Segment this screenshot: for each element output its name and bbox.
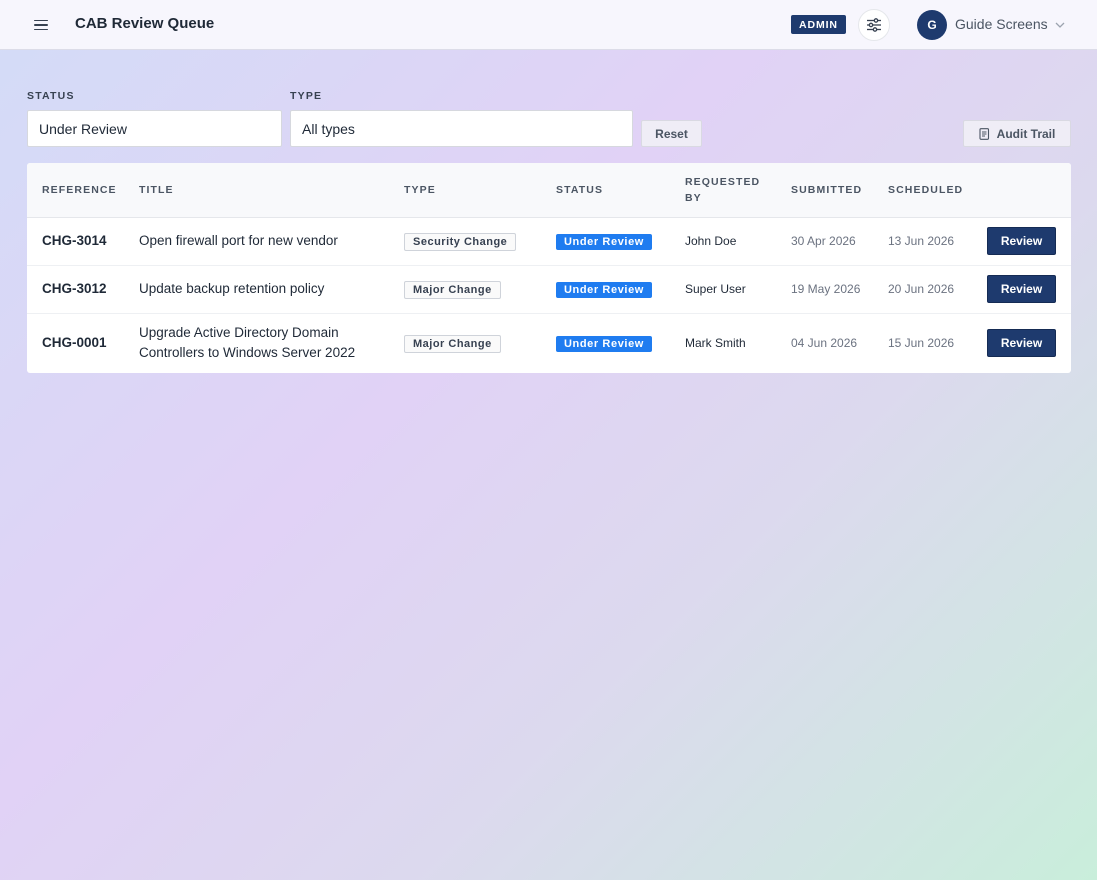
column-header-scheduled: SCHEDULED bbox=[873, 163, 972, 218]
type-badge: Security Change bbox=[404, 232, 517, 251]
row-submitted-date: 30 Apr 2026 bbox=[776, 217, 873, 266]
table-row: CHG-0001 Upgrade Active Directory Domain… bbox=[27, 313, 1071, 373]
top-bar: CAB Review Queue ADMIN G Guide Screens bbox=[0, 0, 1097, 50]
row-title: Open firewall port for new vendor bbox=[124, 217, 389, 266]
row-title: Upgrade Active Directory Domain Controll… bbox=[139, 325, 356, 361]
admin-badge: ADMIN bbox=[791, 15, 846, 34]
audit-trail-label: Audit Trail bbox=[996, 126, 1056, 141]
row-scheduled-date: 15 Jun 2026 bbox=[888, 336, 955, 351]
status-filter-select[interactable]: Under Review bbox=[27, 110, 282, 147]
column-header-reference: REFERENCE bbox=[27, 163, 124, 218]
page-title: CAB Review Queue bbox=[75, 15, 215, 32]
type-badge: Major Change bbox=[404, 280, 501, 299]
row-scheduled-date: 20 Jun 2026 bbox=[873, 265, 972, 314]
column-header-status: STATUS bbox=[541, 163, 670, 218]
row-requested-by: Mark Smith bbox=[685, 336, 746, 351]
status-badge: Under Review bbox=[556, 234, 652, 250]
row-title: Update backup retention policy bbox=[124, 265, 389, 314]
row-reference[interactable]: CHG-3012 bbox=[42, 281, 107, 296]
column-header-submitted: SUBMITTED bbox=[776, 163, 873, 218]
status-filter-label: STATUS bbox=[27, 90, 75, 102]
review-button[interactable]: Review bbox=[987, 275, 1056, 303]
table-row: CHG-3014 Open firewall port for new vend… bbox=[27, 217, 1071, 266]
sliders-icon bbox=[867, 18, 881, 32]
row-reference[interactable]: CHG-3014 bbox=[42, 233, 107, 248]
user-name[interactable]: Guide Screens bbox=[955, 16, 1048, 32]
row-submitted-date: 04 Jun 2026 bbox=[791, 336, 858, 351]
row-requested-by: Super User bbox=[670, 265, 776, 314]
table-header-row: REFERENCE TITLE TYPE STATUS REQUESTED BY… bbox=[27, 163, 1071, 218]
type-filter-label: TYPE bbox=[290, 90, 323, 102]
avatar[interactable]: G bbox=[917, 10, 947, 40]
type-badge: Major Change bbox=[404, 334, 501, 353]
cab-review-table: REFERENCE TITLE TYPE STATUS REQUESTED BY… bbox=[27, 163, 1071, 373]
audit-trail-button[interactable]: Audit Trail bbox=[963, 120, 1071, 147]
column-header-requested-by: REQUESTED BY bbox=[670, 163, 776, 218]
hamburger-menu-icon[interactable] bbox=[28, 13, 54, 37]
column-header-type: TYPE bbox=[389, 163, 541, 218]
column-header-actions bbox=[972, 163, 1071, 218]
row-scheduled-date: 13 Jun 2026 bbox=[873, 217, 972, 266]
status-badge: Under Review bbox=[556, 282, 652, 298]
status-badge: Under Review bbox=[556, 336, 652, 353]
chevron-down-icon[interactable] bbox=[1054, 19, 1066, 31]
row-requested-by: John Doe bbox=[670, 217, 776, 266]
row-submitted-date: 19 May 2026 bbox=[776, 265, 873, 314]
row-reference[interactable]: CHG-0001 bbox=[42, 335, 107, 350]
review-button[interactable]: Review bbox=[987, 329, 1056, 358]
settings-button[interactable] bbox=[858, 9, 890, 41]
table-row: CHG-3012 Update backup retention policy … bbox=[27, 265, 1071, 314]
reset-button[interactable]: Reset bbox=[641, 120, 702, 147]
column-header-title: TITLE bbox=[124, 163, 389, 218]
review-button[interactable]: Review bbox=[987, 227, 1056, 255]
document-icon bbox=[979, 127, 989, 140]
type-filter-select[interactable]: All types bbox=[290, 110, 633, 147]
